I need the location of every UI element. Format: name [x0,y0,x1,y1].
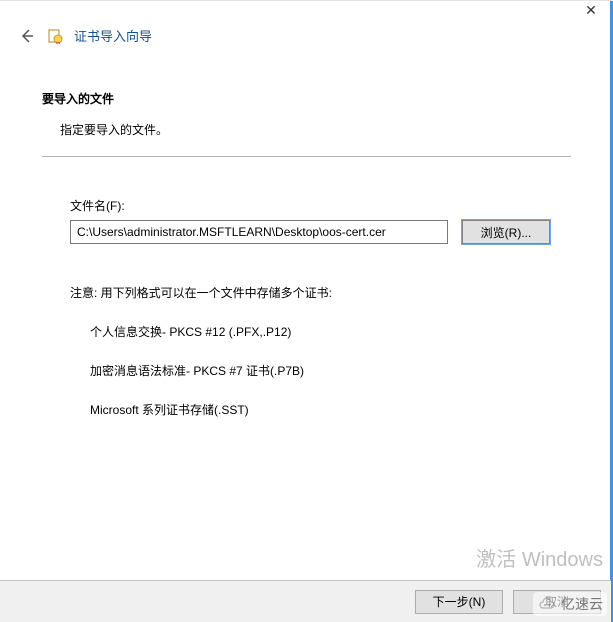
wizard-footer: 下一步(N) 取消 [0,580,611,622]
close-button[interactable]: ✕ [571,1,611,21]
format-item: 加密消息语法标准- PKCS #7 证书(.P7B) [90,362,571,379]
page-lead: 指定要导入的文件。 [42,121,571,138]
wizard-title: 证书导入向导 [74,26,152,45]
format-note: 注意: 用下列格式可以在一个文件中存储多个证书: [42,284,571,301]
format-item: Microsoft 系列证书存储(.SST) [90,401,571,418]
file-row: 浏览(R)... [42,220,571,244]
separator [42,156,571,157]
wizard-content: 要导入的文件 指定要导入的文件。 文件名(F): 浏览(R)... 注意: 用下… [0,55,613,418]
close-icon: ✕ [585,2,597,18]
back-button[interactable] [18,27,36,45]
next-button[interactable]: 下一步(N) [415,590,503,614]
file-path-input[interactable] [70,220,448,244]
wizard-header: 证书导入向导 [0,1,613,55]
format-item: 个人信息交换- PKCS #12 (.PFX,.P12) [90,323,571,340]
cancel-button[interactable]: 取消 [513,590,601,614]
browse-button[interactable]: 浏览(R)... [462,220,550,244]
file-name-label: 文件名(F): [42,197,571,214]
page-heading: 要导入的文件 [42,90,571,107]
back-arrow-icon [19,28,35,44]
certificate-icon [46,27,64,45]
windows-activation-watermark: 激活 Windows [476,543,603,572]
format-list: 个人信息交换- PKCS #12 (.PFX,.P12) 加密消息语法标准- P… [42,323,571,418]
